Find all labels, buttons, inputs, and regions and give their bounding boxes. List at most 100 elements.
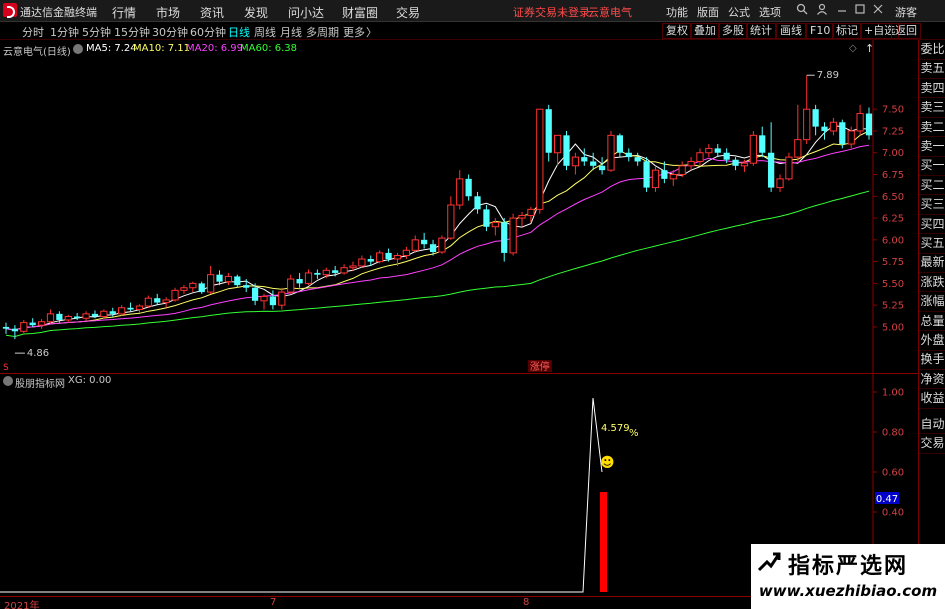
candle[interactable]: [118, 305, 126, 316]
candle[interactable]: [162, 297, 170, 308]
side-tab-5[interactable]: 卖一: [919, 137, 945, 157]
candle[interactable]: [759, 126, 766, 158]
side-tab-12[interactable]: 涨跌: [919, 273, 945, 293]
period-monthly[interactable]: 月线: [280, 24, 302, 40]
search-icon[interactable]: [795, 3, 809, 17]
period-1min[interactable]: 1分钟: [50, 24, 79, 40]
candle[interactable]: [322, 267, 330, 279]
menu-market-quotes[interactable]: 行情: [112, 4, 136, 21]
menu-ask-xiaoda[interactable]: 问小达: [288, 4, 324, 21]
menu-layout[interactable]: 版面: [697, 4, 719, 20]
adjust-button[interactable]: 复权: [662, 23, 692, 39]
candle[interactable]: [794, 104, 802, 162]
side-tab-4[interactable]: 卖二: [919, 118, 945, 138]
side-tab-2[interactable]: 卖四: [919, 79, 945, 99]
guest-user-label[interactable]: 游客: [895, 4, 917, 20]
close-icon[interactable]: [871, 3, 885, 17]
candle[interactable]: [224, 272, 233, 286]
candle[interactable]: [634, 152, 641, 166]
candle[interactable]: [447, 196, 455, 240]
menu-market[interactable]: 市场: [156, 4, 180, 21]
side-tab-8[interactable]: 买三: [919, 195, 945, 215]
candle[interactable]: [803, 75, 811, 145]
candle[interactable]: [696, 148, 704, 166]
candle[interactable]: [776, 174, 784, 192]
user-icon[interactable]: [815, 3, 829, 17]
candle[interactable]: [358, 255, 366, 268]
candle[interactable]: [11, 325, 19, 340]
candle[interactable]: [234, 274, 241, 288]
candle[interactable]: [189, 281, 197, 293]
side-tab-19[interactable]: 自动: [919, 415, 945, 435]
overlay-button[interactable]: 叠加: [690, 23, 720, 39]
period-intraday[interactable]: 分时: [22, 24, 44, 40]
candle[interactable]: [812, 104, 819, 136]
minimize-icon[interactable]: [835, 3, 849, 17]
candle[interactable]: [643, 157, 650, 192]
side-tab-18[interactable]: 收益: [919, 389, 945, 409]
candle[interactable]: [625, 148, 632, 162]
trade-login-warning[interactable]: 证券交易未登录: [513, 4, 590, 20]
candle[interactable]: [260, 293, 268, 310]
candle[interactable]: [598, 157, 606, 175]
candle[interactable]: [581, 148, 588, 166]
candle[interactable]: [29, 318, 36, 327]
side-tab-9[interactable]: 买四: [919, 215, 945, 235]
candle[interactable]: [501, 218, 508, 262]
candle[interactable]: [678, 161, 686, 178]
side-tab-15[interactable]: 外盘: [919, 331, 945, 351]
statistics-button[interactable]: 统计: [746, 23, 776, 39]
menu-wealth-circle[interactable]: 财富圈: [342, 4, 378, 21]
more-chevron-icon[interactable]: 〉: [366, 24, 377, 40]
candle[interactable]: [616, 133, 624, 158]
candle[interactable]: [100, 309, 108, 319]
candle[interactable]: [180, 285, 188, 294]
candle[interactable]: [651, 165, 660, 192]
period-15min[interactable]: 15分钟: [114, 24, 150, 40]
candle[interactable]: [456, 170, 464, 210]
side-tab-0[interactable]: 委比: [919, 40, 945, 60]
candle[interactable]: [865, 107, 873, 140]
candle[interactable]: [287, 274, 295, 294]
candle[interactable]: [207, 265, 215, 294]
maximize-icon[interactable]: [853, 3, 867, 17]
side-tab-17[interactable]: 净资: [919, 370, 945, 390]
back-button[interactable]: 返回: [891, 23, 921, 39]
menu-discover[interactable]: 发现: [244, 4, 268, 21]
candle[interactable]: [144, 295, 152, 308]
candle[interactable]: [483, 205, 490, 232]
candle[interactable]: [732, 157, 739, 171]
candle[interactable]: [20, 319, 28, 334]
candle[interactable]: [607, 130, 615, 172]
candle[interactable]: [304, 269, 313, 286]
candle[interactable]: [491, 218, 499, 236]
period-30min[interactable]: 30分钟: [152, 24, 188, 40]
candle[interactable]: [509, 213, 517, 256]
menu-trade[interactable]: 交易: [396, 4, 420, 21]
candle[interactable]: [571, 152, 580, 175]
candle[interactable]: [171, 287, 179, 302]
candle[interactable]: [127, 302, 134, 312]
menu-options[interactable]: 选项: [759, 4, 781, 20]
candle[interactable]: [82, 311, 90, 321]
candle[interactable]: [135, 304, 144, 313]
candle[interactable]: [296, 272, 303, 288]
candle[interactable]: [785, 152, 793, 181]
candle[interactable]: [749, 130, 757, 166]
candle[interactable]: [438, 235, 446, 254]
side-tab-1[interactable]: 卖五: [919, 59, 945, 79]
side-tab-16[interactable]: 换手: [919, 350, 945, 370]
candle[interactable]: [705, 144, 713, 158]
f10-button[interactable]: F10: [806, 23, 835, 39]
period-60min[interactable]: 60分钟: [190, 24, 226, 40]
candle[interactable]: [64, 314, 72, 323]
candle[interactable]: [198, 281, 205, 294]
side-tab-3[interactable]: 卖三: [919, 98, 945, 118]
side-tab-20[interactable]: 交易: [919, 434, 945, 454]
multi-stock-button[interactable]: 多股: [718, 23, 748, 39]
candle[interactable]: [545, 104, 552, 162]
candle[interactable]: [314, 269, 321, 280]
candle[interactable]: [278, 287, 286, 310]
candle[interactable]: [856, 104, 864, 136]
side-tab-10[interactable]: 买五: [919, 234, 945, 254]
